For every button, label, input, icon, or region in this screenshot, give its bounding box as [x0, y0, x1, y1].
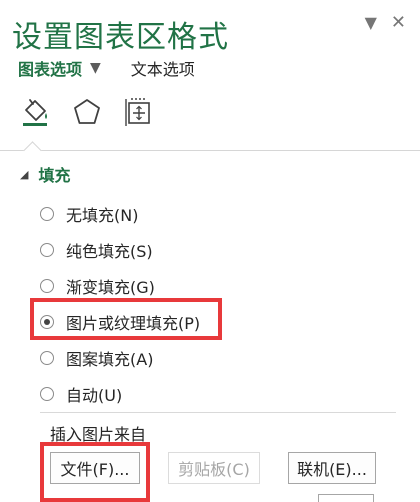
radio-button[interactable] [40, 387, 54, 401]
active-category-pointer [23, 141, 42, 160]
radio-label: 无填充(N) [66, 206, 139, 225]
fill-line-icon[interactable] [18, 95, 52, 129]
radio-label: 渐变填充(G) [66, 278, 155, 297]
radio-button[interactable] [40, 243, 54, 257]
options-tabs: 图表选项 ▼ 文本选项 [18, 56, 195, 80]
online-button[interactable]: 联机(E)... [288, 452, 376, 484]
radio-label: 图案填充(A) [66, 350, 154, 369]
effects-pentagon-icon[interactable] [70, 95, 104, 129]
pane-title: 设置图表区格式 [12, 20, 229, 55]
collapse-triangle-icon[interactable]: ◢ [20, 168, 28, 181]
radio-button[interactable] [40, 207, 54, 221]
size-properties-icon[interactable] [122, 95, 156, 129]
format-chart-area-pane: 设置图表区格式 ▼ ✕ 图表选项 ▼ 文本选项 ◢ 填充 无填充(N) 纯色填充… [0, 0, 420, 502]
radio-button[interactable] [40, 351, 54, 365]
category-icons [18, 92, 174, 132]
tab-text-options[interactable]: 文本选项 [131, 56, 195, 80]
chevron-down-icon[interactable]: ▼ [365, 15, 377, 31]
insert-divider [40, 412, 396, 413]
pane-controls: ▼ ✕ [365, 14, 406, 32]
highlight-box-file-button [40, 442, 150, 502]
radio-label: 自动(U) [66, 386, 123, 405]
highlight-box-picture-fill [30, 298, 222, 340]
radio-no-fill[interactable]: 无填充(N) [40, 196, 200, 232]
clipboard-button[interactable]: 剪贴板(C) [168, 452, 260, 484]
section-divider [0, 150, 420, 151]
radio-automatic[interactable]: 自动(U) [40, 376, 200, 412]
chevron-down-icon[interactable]: ▼ [90, 60, 101, 76]
fill-section-title: 填充 [38, 166, 71, 185]
tab-chart-options[interactable]: 图表选项 [18, 56, 82, 80]
radio-label: 纯色填充(S) [66, 242, 153, 261]
radio-pattern-fill[interactable]: 图案填充(A) [40, 340, 200, 376]
radio-solid-fill[interactable]: 纯色填充(S) [40, 232, 200, 268]
partial-field[interactable] [318, 494, 374, 502]
radio-button[interactable] [40, 279, 54, 293]
close-icon[interactable]: ✕ [391, 14, 406, 32]
fill-section-header[interactable]: ◢ 填充 [20, 162, 70, 186]
